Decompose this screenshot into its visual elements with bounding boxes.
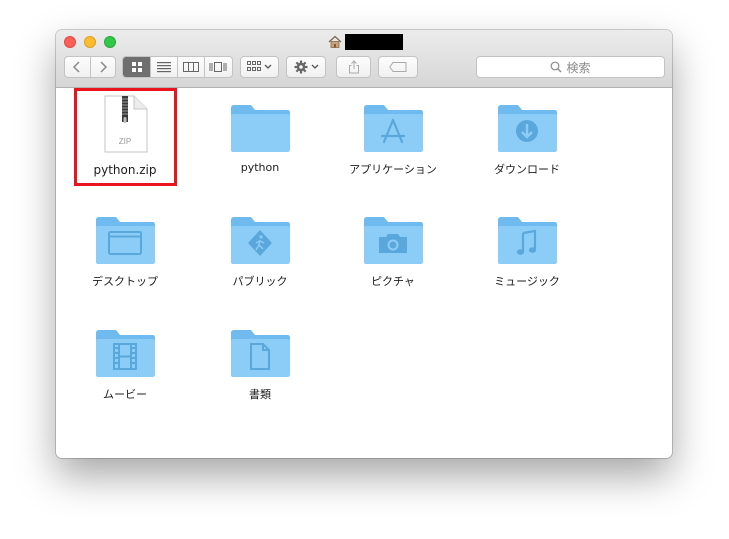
- view-mode-selector: [122, 56, 233, 78]
- forward-button[interactable]: [89, 57, 115, 77]
- folder-item-python[interactable]: python: [193, 103, 327, 174]
- action-button[interactable]: [286, 56, 326, 78]
- applications-folder-icon: [364, 105, 423, 152]
- nav-buttons: [64, 56, 116, 78]
- close-window-button[interactable]: [64, 36, 76, 48]
- folder-label: python: [240, 161, 280, 174]
- list-view-button[interactable]: [150, 57, 177, 77]
- documents-folder-icon: [231, 330, 290, 377]
- share-button[interactable]: [336, 56, 371, 78]
- folder-item-public[interactable]: パブリック: [193, 215, 327, 289]
- share-icon: [348, 60, 359, 74]
- search-placeholder: 検索: [566, 60, 591, 75]
- grid-icon: [131, 62, 142, 72]
- folder-item-movies[interactable]: ムービー: [58, 328, 192, 402]
- folder-item-music[interactable]: ミュージック: [460, 215, 594, 289]
- folder-label: ピクチャ: [371, 275, 415, 288]
- folder-label: 書類: [249, 388, 271, 401]
- minimize-window-button[interactable]: [84, 36, 96, 48]
- pictures-folder-icon: [364, 217, 423, 264]
- chevron-down-icon: [311, 64, 318, 69]
- chevron-right-icon: [100, 61, 108, 73]
- cover-flow-view-button[interactable]: [203, 57, 232, 77]
- folder-label: ムービー: [103, 388, 147, 401]
- search-icon: [551, 61, 562, 73]
- cover-flow-icon: [209, 62, 227, 72]
- arrange-grid-icon: [247, 61, 261, 71]
- home-icon: [328, 35, 342, 48]
- finder-window: 検索 ZIP python.zip python アプリケーション ダウンロード…: [56, 30, 672, 458]
- chevron-left-icon: [73, 61, 81, 73]
- folder-label: パブリック: [232, 275, 288, 288]
- gear-icon: [294, 60, 307, 74]
- window-title-redacted: [345, 34, 403, 50]
- public-folder-icon: [231, 217, 290, 264]
- zoom-window-button[interactable]: [104, 36, 116, 48]
- music-folder-icon: [498, 217, 557, 264]
- folder-item-documents[interactable]: 書類: [193, 328, 327, 402]
- tag-icon: [389, 62, 407, 72]
- icon-view-button[interactable]: [123, 57, 151, 77]
- arrange-button[interactable]: [240, 56, 279, 78]
- window-title: [328, 34, 403, 50]
- list-icon: [157, 62, 172, 73]
- desktop-folder-icon: [96, 217, 155, 264]
- search-field[interactable]: 検索: [476, 56, 665, 78]
- titlebar: 検索: [56, 30, 672, 88]
- chevron-down-icon: [264, 64, 272, 69]
- column-view-button[interactable]: [177, 57, 204, 77]
- folder-label: デスクトップ: [92, 275, 158, 288]
- back-button[interactable]: [65, 57, 90, 77]
- folder-icon: [231, 105, 290, 152]
- file-browser-content: ZIP python.zip python アプリケーション ダウンロード デス…: [56, 88, 672, 458]
- folder-label: アプリケーション: [349, 163, 437, 176]
- movies-folder-icon: [96, 330, 155, 377]
- folder-item-downloads[interactable]: ダウンロード: [460, 103, 594, 177]
- folder-item-applications[interactable]: アプリケーション: [326, 103, 460, 177]
- selection-highlight-box: [74, 88, 177, 186]
- tags-button[interactable]: [378, 56, 418, 78]
- folder-label: ダウンロード: [494, 163, 560, 176]
- folder-label: ミュージック: [494, 275, 560, 288]
- folder-item-desktop[interactable]: デスクトップ: [58, 215, 192, 289]
- folder-item-pictures[interactable]: ピクチャ: [326, 215, 460, 289]
- columns-icon: [182, 62, 199, 72]
- downloads-folder-icon: [498, 105, 557, 152]
